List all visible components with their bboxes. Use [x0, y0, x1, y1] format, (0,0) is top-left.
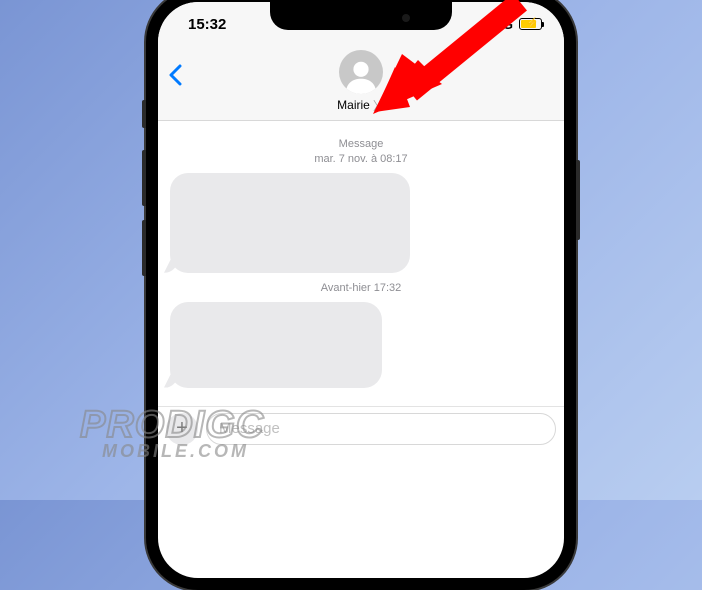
back-button[interactable]	[168, 64, 182, 90]
message-bubble[interactable]	[170, 173, 410, 273]
contact-name: Mairie	[337, 98, 370, 112]
volume-down-button	[142, 220, 146, 276]
messages-list[interactable]: Message mar. 7 nov. à 08:17 Avant-hier 1…	[158, 121, 564, 406]
watermark-site: MOBILE.COM	[102, 441, 264, 462]
timestamp-label: Avant-hier 17:32	[170, 281, 552, 296]
annotation-arrow	[370, 0, 550, 137]
volume-up-button	[142, 150, 146, 206]
watermark: PRODIGC MOBILE.COM	[80, 404, 264, 462]
status-time: 15:32	[188, 16, 226, 33]
timestamp-label: Message mar. 7 nov. à 08:17	[170, 137, 552, 167]
message-bubble[interactable]	[170, 302, 382, 388]
mute-switch	[142, 100, 146, 128]
power-button	[576, 160, 580, 240]
